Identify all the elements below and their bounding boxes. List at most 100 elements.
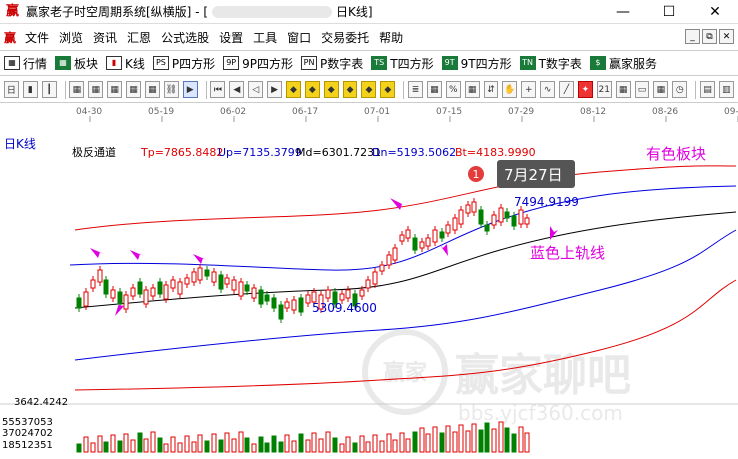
diamond-b-icon[interactable]: ◆ — [380, 81, 396, 98]
toolbar-t-table-button[interactable]: TN T数字表 — [516, 55, 586, 72]
calculator-icon[interactable]: ▦ — [615, 81, 631, 98]
menu-tools[interactable]: 工具 — [248, 29, 282, 46]
candle — [471, 201, 477, 213]
bar-type-icon[interactable]: ┃ — [41, 81, 57, 98]
list-icon[interactable]: ≣ — [408, 81, 423, 98]
table-icon[interactable]: ▦ — [426, 81, 442, 98]
diamond-right-icon[interactable]: ◆ — [342, 81, 358, 98]
diamond-a-icon[interactable]: ◆ — [361, 81, 377, 98]
menu-file[interactable]: 文件 — [20, 29, 54, 46]
watermark-main: 赢家聊吧 — [455, 350, 631, 401]
volume-bar — [445, 425, 451, 453]
toolbar-p-square-button[interactable]: PS P四方形 — [149, 55, 219, 72]
volume-bar — [278, 441, 284, 453]
pattern-3-icon[interactable]: ▦ — [107, 81, 123, 98]
volume-bar — [284, 434, 290, 453]
toolbar-label: T四方形 — [390, 56, 434, 71]
chain-icon[interactable]: ⛓ — [163, 81, 179, 98]
volume-bar — [211, 433, 217, 453]
grid-small-icon[interactable]: ▦ — [464, 81, 480, 98]
line-tool-icon[interactable]: ╱ — [559, 81, 574, 98]
pattern-2-icon[interactable]: ▦ — [88, 81, 104, 98]
back-icon[interactable]: ◁ — [248, 81, 264, 98]
candle — [511, 215, 517, 227]
toolbar-board-button[interactable]: ▦ 板块 — [51, 55, 102, 72]
split-h-icon[interactable]: ▤ — [700, 81, 715, 98]
window-titlebar: 赢 赢家老子时空周期系统[纵横版] - [ 日K线] — ☐ ✕ — [0, 0, 738, 24]
toolbar-kline-button[interactable]: ▮ K线 — [102, 55, 149, 72]
close-button[interactable]: ✕ — [692, 0, 738, 24]
first-icon[interactable]: ⏮ — [210, 81, 226, 98]
volume-bar — [177, 442, 183, 453]
candle — [103, 279, 109, 295]
candle-type-icon[interactable]: ▮ — [22, 81, 38, 98]
layout-icon[interactable]: ▦ — [653, 81, 669, 98]
toolbar-service-button[interactable]: $ 赢家服务 — [586, 55, 661, 72]
prev-icon[interactable]: ◀ — [229, 81, 245, 98]
menu-window[interactable]: 窗口 — [282, 29, 316, 46]
channel-line — [69, 185, 737, 271]
toolbar-t-square-button[interactable]: TS T四方形 — [367, 55, 437, 72]
candle — [123, 294, 129, 310]
date-tick: 07-29 — [508, 107, 534, 117]
candle — [197, 267, 203, 281]
hand-icon[interactable]: ✋ — [502, 81, 518, 98]
indicator-dn: Dn=5193.5062 — [372, 146, 456, 159]
split-v-icon[interactable]: ▥ — [718, 81, 734, 98]
diamond-left-icon[interactable]: ◆ — [323, 81, 339, 98]
maximize-button[interactable]: ☐ — [646, 0, 692, 24]
volume-bar — [83, 436, 89, 453]
pattern-5-icon[interactable]: ▦ — [144, 81, 160, 98]
mdi-minimize-button[interactable]: _ — [685, 29, 700, 44]
wave-icon[interactable]: ∿ — [540, 81, 556, 98]
pattern-4-icon[interactable]: ▦ — [126, 81, 141, 98]
candle — [458, 209, 464, 225]
candle — [291, 299, 297, 311]
menu-browse[interactable]: 浏览 — [54, 29, 88, 46]
crosshair-icon[interactable]: + — [521, 81, 537, 98]
kline-chart-area[interactable]: 日K线 极反通道 Tp=7865.8482 Up=7135.3799 Md=63… — [0, 130, 738, 456]
kline-icon: ▮ — [106, 56, 123, 70]
diamond-down-icon[interactable]: ◆ — [304, 81, 320, 98]
menu-huien[interactable]: 汇恩 — [122, 29, 156, 46]
tooltip-badge: 1 — [473, 168, 480, 181]
volume-bar — [412, 431, 418, 453]
candle — [305, 294, 311, 304]
candle — [76, 297, 82, 309]
candle — [117, 291, 123, 305]
percent-icon[interactable]: % — [445, 81, 461, 98]
watermark-seal: 赢家 — [383, 360, 428, 386]
watermark-sub: bbs.yjcf360.com — [458, 401, 623, 425]
diamond-up-icon[interactable]: ◆ — [285, 81, 301, 98]
toolbar-9t-square-button[interactable]: 9T 9T四方形 — [438, 55, 516, 72]
next-icon[interactable]: ▶ — [267, 81, 282, 98]
9t-icon: 9T — [441, 56, 458, 70]
toolbar-p-table-button[interactable]: PN P数字表 — [297, 55, 367, 72]
toolbar-9p-square-button[interactable]: 9P 9P四方形 — [219, 55, 297, 72]
clock-icon[interactable]: ◷ — [672, 81, 688, 98]
minimize-button[interactable]: — — [600, 0, 646, 24]
calendar-icon[interactable]: 21 — [596, 81, 612, 98]
menu-info[interactable]: 资讯 — [88, 29, 122, 46]
eraser-icon[interactable]: ▭ — [634, 81, 650, 98]
toolbar-label: P数字表 — [320, 56, 364, 71]
volume-bar — [130, 439, 136, 453]
period-select-icon[interactable]: 日 — [4, 81, 19, 98]
mdi-close-button[interactable]: ✕ — [719, 29, 734, 44]
menu-settings[interactable]: 设置 — [214, 29, 248, 46]
candle — [284, 301, 290, 309]
menu-stock-picker[interactable]: 公式选股 — [156, 29, 214, 46]
candle — [238, 281, 244, 297]
compare-icon[interactable]: ⇵ — [483, 81, 499, 98]
pattern-1-icon[interactable]: ▦ — [69, 81, 85, 98]
mdi-restore-button[interactable]: ⧉ — [702, 29, 717, 44]
candle — [163, 284, 169, 300]
volume-bar — [478, 429, 484, 453]
menu-trade[interactable]: 交易委托 — [316, 29, 374, 46]
volume-bar — [345, 436, 351, 453]
spark-icon[interactable]: ✦ — [577, 81, 593, 98]
menu-help[interactable]: 帮助 — [374, 29, 408, 46]
flag-icon[interactable]: ▶ — [182, 81, 198, 98]
volume-bar — [511, 433, 517, 453]
toolbar-quotes-button[interactable]: ▦ 行情 — [0, 55, 51, 72]
